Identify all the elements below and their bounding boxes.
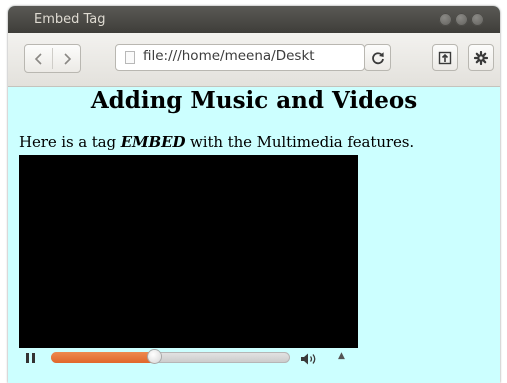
- navigation-buttons: [24, 44, 81, 73]
- progress-track[interactable]: [51, 352, 290, 363]
- volume-button[interactable]: [300, 351, 320, 365]
- page-heading: Adding Music and Videos: [90, 87, 418, 114]
- pause-icon: [32, 353, 35, 363]
- forward-icon: [63, 52, 71, 65]
- back-button[interactable]: [25, 45, 52, 72]
- menu-arrow-icon[interactable]: ▲: [338, 351, 345, 361]
- title-bar: Embed Tag: [8, 6, 500, 33]
- maximize-button[interactable]: [455, 13, 468, 26]
- close-button[interactable]: [471, 13, 484, 26]
- address-bar[interactable]: file:///home/meena/Deskt: [115, 44, 365, 71]
- bookmark-page-icon: [438, 51, 452, 64]
- embed-tag-emphasis: EMBED: [120, 133, 186, 151]
- reload-icon: [371, 51, 384, 64]
- page-content: Adding Music and Videos Here is a tag EM…: [8, 87, 500, 383]
- progress-fill: [51, 352, 154, 363]
- back-icon: [34, 52, 42, 65]
- pause-button[interactable]: [26, 353, 36, 363]
- browser-toolbar: file:///home/meena/Deskt: [8, 33, 500, 87]
- progress-thumb[interactable]: [147, 350, 161, 363]
- address-text[interactable]: file:///home/meena/Deskt: [143, 48, 315, 64]
- volume-icon: [301, 353, 316, 365]
- forward-button[interactable]: [53, 45, 80, 72]
- file-icon: [125, 51, 135, 64]
- intro-paragraph: Here is a tag EMBED with the Multimedia …: [19, 133, 414, 151]
- intro-text-start: Here is a tag: [19, 133, 121, 151]
- intro-text-end: with the Multimedia features.: [185, 133, 414, 151]
- browser-window: Embed Tag file:///home/meena/Deskt Addin…: [8, 6, 500, 383]
- reload-button[interactable]: [364, 44, 391, 71]
- gear-icon: [474, 50, 488, 65]
- media-controls: ▲: [19, 348, 358, 368]
- pause-icon: [26, 353, 29, 363]
- bookmark-page-button[interactable]: [432, 44, 458, 71]
- window-title: Embed Tag: [34, 12, 106, 27]
- settings-button[interactable]: [468, 44, 494, 71]
- embedded-video[interactable]: [19, 155, 358, 348]
- minimize-button[interactable]: [439, 13, 452, 26]
